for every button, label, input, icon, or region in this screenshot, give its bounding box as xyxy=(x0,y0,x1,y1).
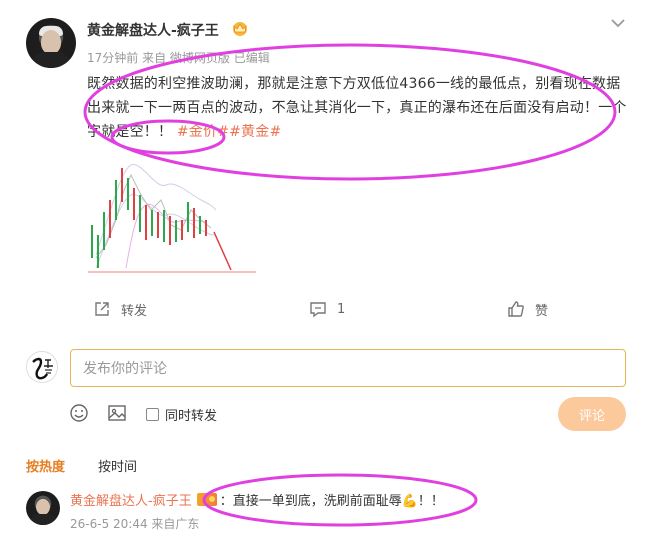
weibo-post-card: 黄金解盘达人-疯子王 17分钟前 来自 微博网页版 已编辑 既然数据的利空推波助… xyxy=(0,0,654,550)
annotation-overlay xyxy=(83,43,617,527)
